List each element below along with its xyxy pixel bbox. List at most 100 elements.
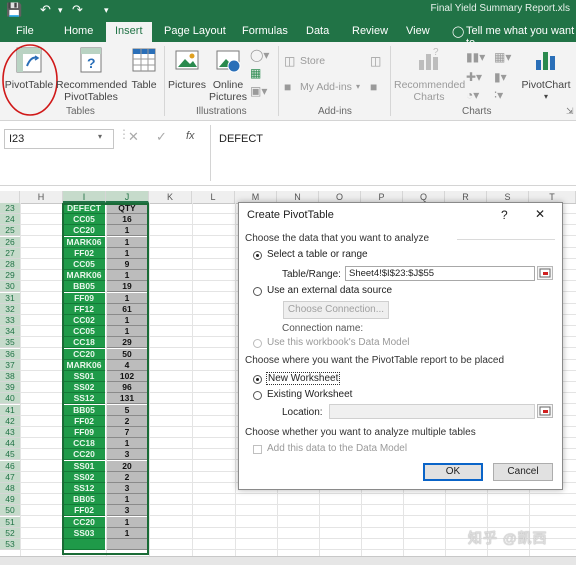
row-header[interactable]: 36 [0, 349, 20, 360]
tab-formulas[interactable]: Formulas [242, 25, 288, 37]
cell-defect[interactable]: MARK06 [63, 360, 105, 371]
hierarchy-chart-icon[interactable]: ▦▾ [494, 50, 511, 64]
cell-qty[interactable]: 2 [106, 472, 148, 483]
cell-defect[interactable]: MARK06 [63, 270, 105, 281]
data-model-label[interactable]: Use this workbook's Data Model [267, 337, 410, 348]
cell-defect[interactable]: FF09 [63, 427, 105, 438]
cell-defect[interactable]: CC20 [63, 225, 105, 236]
name-box-dropdown-icon[interactable]: ▾ [98, 132, 102, 141]
cell-defect[interactable]: FF02 [63, 416, 105, 427]
location-picker-button[interactable] [537, 404, 553, 418]
online-pictures-button[interactable]: Online Pictures [208, 46, 248, 103]
select-range-label[interactable]: Select a table or range [267, 249, 368, 260]
row-header[interactable]: 25 [0, 225, 20, 236]
cell-qty[interactable]: 3 [106, 505, 148, 516]
cell-defect[interactable]: SS02 [63, 472, 105, 483]
line-chart-icon[interactable]: ✚▾ [466, 70, 482, 84]
cell-qty[interactable]: 96 [106, 382, 148, 393]
row-header[interactable]: 32 [0, 304, 20, 315]
cell-defect[interactable]: BB05 [63, 405, 105, 416]
bing-maps-icon[interactable]: ◫ [370, 54, 381, 68]
new-worksheet-radio[interactable] [253, 375, 262, 384]
cell-qty[interactable]: 50 [106, 349, 148, 360]
recommended-charts-button[interactable]: ? Recommended Charts [394, 46, 465, 103]
pictures-button[interactable]: Pictures [168, 46, 206, 91]
row-header[interactable]: 52 [0, 528, 20, 539]
cell-qty[interactable]: 1 [106, 293, 148, 304]
cell-qty[interactable]: 1 [106, 248, 148, 259]
table-range-input[interactable]: Sheet4!$I$23:$J$55 [345, 266, 535, 281]
cell-qty[interactable]: 131 [106, 393, 148, 404]
row-header[interactable]: 51 [0, 517, 20, 528]
column-header-h[interactable]: H [20, 191, 63, 203]
location-input[interactable] [329, 404, 535, 419]
enter-icon[interactable]: ✓ [156, 129, 167, 145]
undo-icon[interactable]: ↶ [40, 2, 51, 18]
cancel-icon[interactable]: ✕ [128, 129, 139, 145]
cell-qty[interactable]: 29 [106, 337, 148, 348]
row-header[interactable]: 35 [0, 337, 20, 348]
choose-connection-button[interactable]: Choose Connection... [283, 301, 389, 319]
shapes-icon[interactable]: ◯▾ [250, 48, 269, 62]
cell-defect[interactable]: SS12 [63, 483, 105, 494]
cell-defect[interactable]: BB05 [63, 281, 105, 292]
external-source-label[interactable]: Use an external data source [267, 285, 392, 296]
cancel-button[interactable]: Cancel [493, 463, 553, 481]
cell-qty[interactable]: 102 [106, 371, 148, 382]
table-button[interactable]: Table [128, 46, 160, 91]
row-header[interactable]: 38 [0, 371, 20, 382]
cell-qty[interactable]: 5 [106, 405, 148, 416]
cell-qty[interactable]: 9 [106, 259, 148, 270]
tab-home[interactable]: Home [64, 25, 93, 37]
row-header[interactable]: 44 [0, 438, 20, 449]
cell-qty[interactable]: 1 [106, 438, 148, 449]
cell-qty[interactable]: 1 [106, 517, 148, 528]
cell-qty[interactable]: 1 [106, 315, 148, 326]
pie-chart-icon[interactable]: ◔▾ [466, 88, 479, 102]
row-header[interactable]: 31 [0, 293, 20, 304]
row-header[interactable]: 39 [0, 382, 20, 393]
row-header[interactable]: 47 [0, 472, 20, 483]
row-header[interactable]: 42 [0, 416, 20, 427]
row-header[interactable]: 48 [0, 483, 20, 494]
recommended-pivottables-button[interactable]: ? Recommended PivotTables [56, 46, 127, 103]
cell-defect[interactable]: SS02 [63, 382, 105, 393]
column-header-j[interactable]: J [106, 191, 149, 203]
pivotchart-dropdown-icon[interactable]: ▾ [520, 91, 572, 103]
cell-qty[interactable]: 61 [106, 304, 148, 315]
my-addins-dropdown-icon[interactable]: ▾ [356, 82, 360, 91]
row-header[interactable]: 26 [0, 237, 20, 248]
cell-defect[interactable]: SS01 [63, 461, 105, 472]
cell-qty[interactable]: QTY [106, 203, 148, 214]
help-button[interactable]: ? [501, 208, 508, 222]
row-header[interactable]: 28 [0, 259, 20, 270]
add-data-model-checkbox[interactable] [253, 445, 262, 454]
cell-defect[interactable]: FF12 [63, 304, 105, 315]
cell-qty[interactable]: 20 [106, 461, 148, 472]
redo-icon[interactable]: ↷ [72, 2, 83, 18]
smartart-icon[interactable]: ▦ [250, 66, 261, 80]
pivotchart-button[interactable]: PivotChart ▾ [520, 46, 572, 103]
row-header[interactable]: 49 [0, 494, 20, 505]
external-source-radio[interactable] [253, 287, 262, 296]
column-header-i[interactable]: I [63, 191, 106, 203]
cell-defect[interactable]: CC20 [63, 517, 105, 528]
customize-qat-icon[interactable]: ▾ [104, 5, 109, 16]
add-data-model-label[interactable]: Add this data to the Data Model [267, 443, 407, 454]
cell-qty[interactable]: 1 [106, 237, 148, 248]
cell-qty[interactable]: 19 [106, 281, 148, 292]
row-header[interactable]: 41 [0, 405, 20, 416]
cell-defect[interactable]: SS01 [63, 371, 105, 382]
existing-worksheet-label[interactable]: Existing Worksheet [267, 389, 352, 400]
row-header[interactable]: 45 [0, 449, 20, 460]
close-button[interactable]: ✕ [535, 207, 545, 221]
existing-worksheet-radio[interactable] [253, 391, 262, 400]
column-header-l[interactable]: L [192, 191, 235, 203]
cell-qty[interactable]: 16 [106, 214, 148, 225]
tab-review[interactable]: Review [352, 25, 388, 37]
my-addins-button[interactable]: My Add-ins [300, 81, 352, 93]
cell-defect[interactable]: CC20 [63, 449, 105, 460]
select-range-radio[interactable] [253, 251, 262, 260]
range-picker-button[interactable] [537, 266, 553, 280]
row-header[interactable]: 34 [0, 326, 20, 337]
